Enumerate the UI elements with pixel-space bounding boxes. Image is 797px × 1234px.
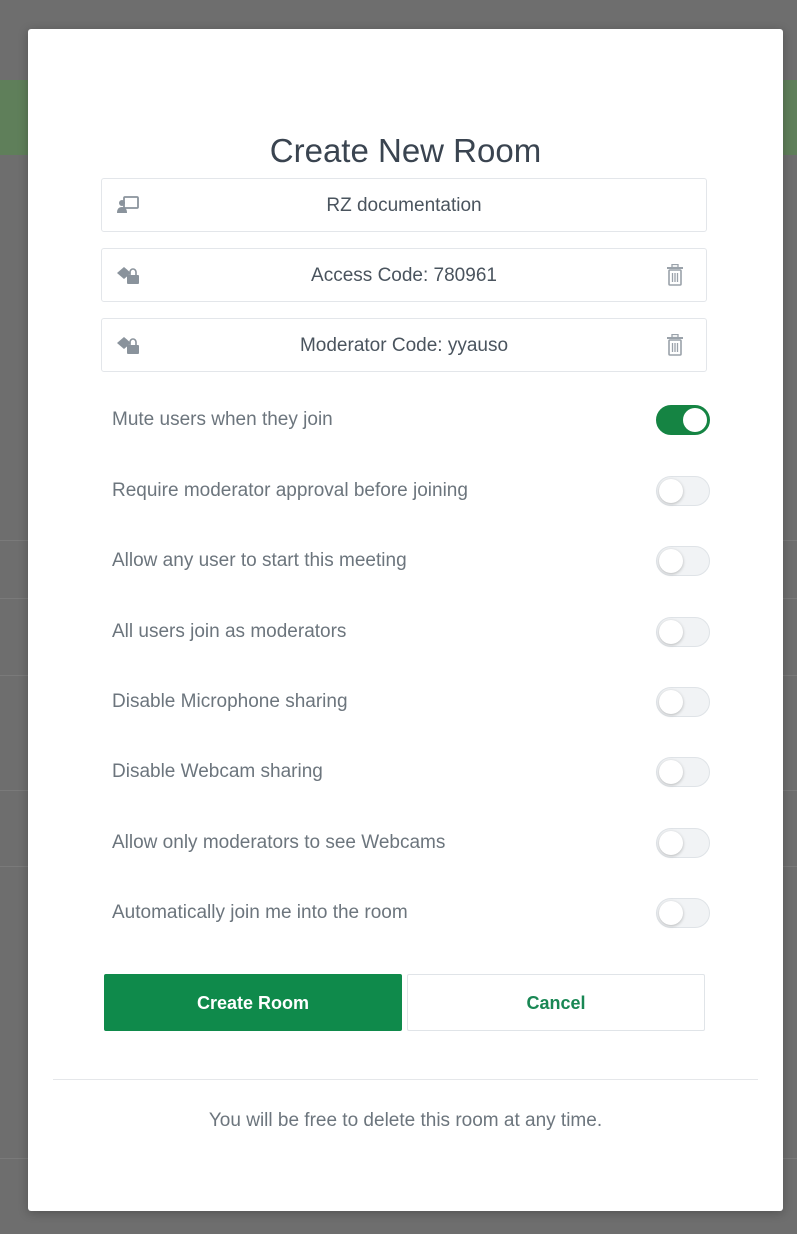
moderator-code-value: Moderator Code: yyauso xyxy=(299,335,509,356)
option-label: Require moderator approval before joinin… xyxy=(112,480,468,501)
option-disable-webcam: Disable Webcam sharing xyxy=(112,755,710,789)
option-label: Mute users when they join xyxy=(112,409,333,430)
create-room-modal: Create New Room RZ documentation Access … xyxy=(28,29,783,1211)
toggle-knob xyxy=(659,479,683,503)
option-label: Disable Microphone sharing xyxy=(112,691,348,712)
option-auto-join: Automatically join me into the room xyxy=(112,896,710,930)
moderators-see-webcams-toggle[interactable] xyxy=(656,828,710,858)
option-all-moderators: All users join as moderators xyxy=(112,615,710,649)
option-label: Automatically join me into the room xyxy=(112,902,408,923)
require-approval-toggle[interactable] xyxy=(656,476,710,506)
option-moderators-see-webcams: Allow only moderators to see Webcams xyxy=(112,826,710,860)
delete-access-code-icon[interactable] xyxy=(666,263,684,286)
toggle-knob xyxy=(659,549,683,573)
option-label: Allow any user to start this meeting xyxy=(112,550,407,571)
toggle-knob xyxy=(659,901,683,925)
access-code-value: Access Code: 780961 xyxy=(311,265,497,286)
room-name-value: RZ documentation xyxy=(326,195,482,216)
modal-title: Create New Room xyxy=(269,132,542,169)
disable-webcam-toggle[interactable] xyxy=(656,757,710,787)
footer-note: You will be free to delete this room at … xyxy=(208,1110,603,1131)
option-require-approval: Require moderator approval before joinin… xyxy=(112,474,710,508)
toggle-knob xyxy=(659,760,683,784)
toggle-knob xyxy=(659,831,683,855)
room-name-field[interactable]: RZ documentation xyxy=(101,178,707,232)
create-room-button[interactable]: Create Room xyxy=(104,974,402,1031)
access-code-field[interactable]: Access Code: 780961 xyxy=(101,248,707,302)
option-mute-on-join: Mute users when they join xyxy=(112,403,710,437)
moderator-code-field[interactable]: Moderator Code: yyauso xyxy=(101,318,707,372)
all-moderators-toggle[interactable] xyxy=(656,617,710,647)
option-label: Allow only moderators to see Webcams xyxy=(112,832,446,853)
footer-divider xyxy=(53,1079,758,1080)
toggle-knob xyxy=(659,690,683,714)
option-disable-mic: Disable Microphone sharing xyxy=(112,685,710,719)
option-label: Disable Webcam sharing xyxy=(112,761,323,782)
option-label: All users join as moderators xyxy=(112,621,347,642)
toggle-knob xyxy=(683,408,707,432)
mute-on-join-toggle[interactable] xyxy=(656,405,710,435)
option-any-user-start: Allow any user to start this meeting xyxy=(112,544,710,578)
toggle-knob xyxy=(659,620,683,644)
cancel-button[interactable]: Cancel xyxy=(407,974,705,1031)
delete-moderator-code-icon[interactable] xyxy=(666,333,684,356)
auto-join-toggle[interactable] xyxy=(656,898,710,928)
any-user-start-toggle[interactable] xyxy=(656,546,710,576)
disable-mic-toggle[interactable] xyxy=(656,687,710,717)
